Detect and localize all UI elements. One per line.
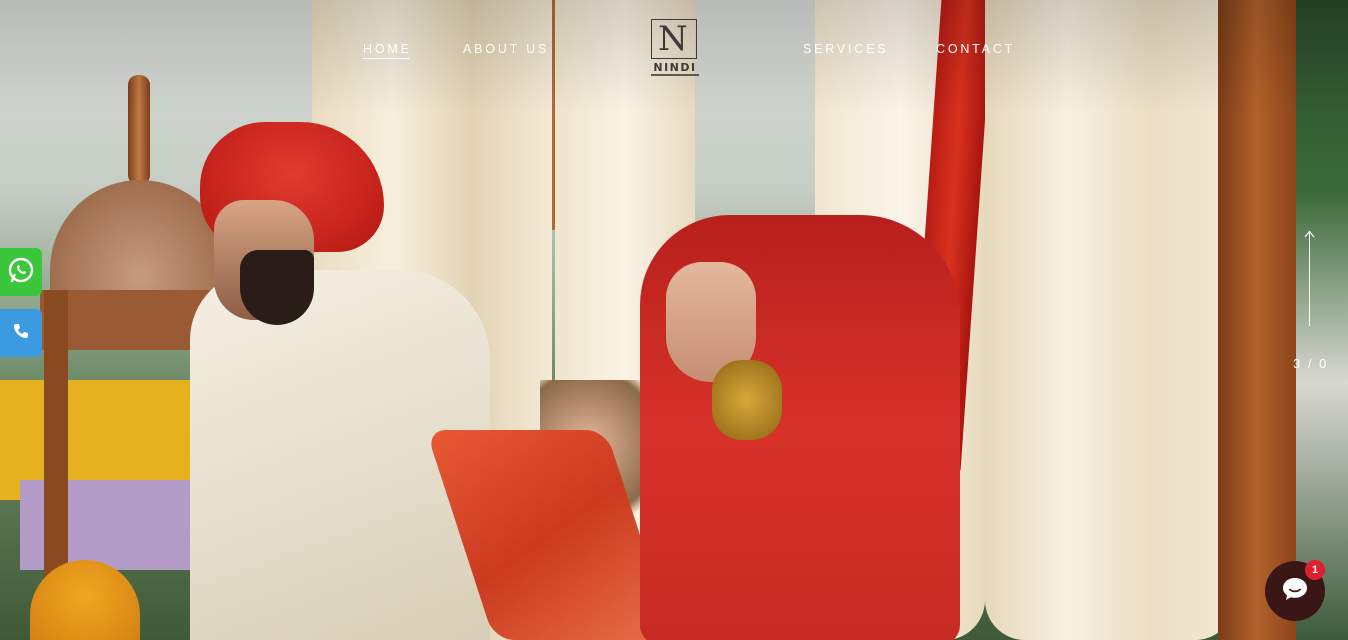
- slider-up-arrow-icon[interactable]: [1304, 228, 1315, 239]
- slide-counter: 3 / 0: [1293, 356, 1329, 371]
- logo-wordmark: NINDI: [653, 61, 697, 74]
- chat-notification-badge: 1: [1305, 560, 1325, 580]
- phone-icon: [12, 322, 30, 345]
- slider-progress-line: [1309, 232, 1310, 326]
- whatsapp-icon: [7, 256, 35, 289]
- nav-home[interactable]: HOME: [363, 42, 412, 59]
- nav-about-us[interactable]: ABOUT US: [463, 42, 549, 56]
- whatsapp-button[interactable]: [0, 248, 42, 296]
- main-nav: HOME ABOUT US N NINDI SERVICES CONTACT: [0, 0, 1348, 100]
- nav-services[interactable]: SERVICES: [803, 42, 888, 56]
- chat-bubble-icon: [1280, 574, 1310, 609]
- logo-mark: N: [658, 19, 688, 59]
- phone-button[interactable]: [0, 309, 42, 357]
- logo-tagline-bar: [651, 74, 699, 76]
- nav-contact[interactable]: CONTACT: [936, 42, 1015, 56]
- site-logo[interactable]: N NINDI: [651, 19, 699, 77]
